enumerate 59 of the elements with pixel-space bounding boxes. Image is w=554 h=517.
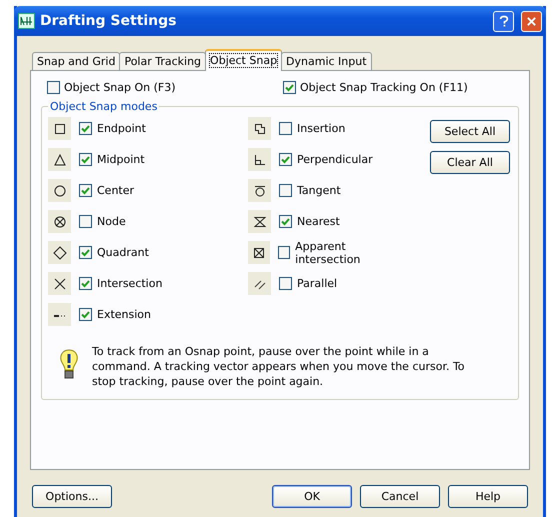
checkbox-label[interactable]: Extension (97, 308, 152, 321)
snap-marker-icon (48, 241, 71, 264)
checkbox-label[interactable]: Endpoint (97, 122, 146, 135)
snap-marker-icon (48, 210, 71, 233)
checkbox[interactable] (79, 277, 92, 290)
app-icon (18, 13, 35, 29)
checkbox-label[interactable]: Nearest (297, 215, 340, 228)
snap-marker-icon (48, 179, 71, 202)
tab[interactable]: Object Snap (205, 49, 282, 71)
checkbox-label[interactable]: Insertion (297, 122, 346, 135)
tab[interactable]: Polar Tracking (119, 52, 206, 70)
snap-marker-icon (248, 148, 271, 171)
dialog-button[interactable]: Select All (430, 120, 510, 143)
snap-marker-icon (248, 210, 271, 233)
snap-marker-icon (48, 117, 71, 140)
checkbox[interactable] (279, 153, 292, 166)
checkbox[interactable] (279, 215, 292, 228)
checkbox-label[interactable]: Quadrant (97, 246, 149, 259)
checkbox[interactable] (278, 246, 290, 259)
checkbox[interactable] (79, 308, 92, 321)
options-button[interactable]: Options... (32, 485, 112, 508)
checkbox[interactable] (279, 184, 292, 197)
checkbox-label[interactable]: Object Snap On (F3) (64, 81, 176, 94)
checkbox-label[interactable]: Midpoint (97, 153, 145, 166)
checkbox[interactable] (47, 81, 60, 94)
checkbox[interactable] (279, 122, 292, 135)
checkbox[interactable] (79, 122, 92, 135)
checkbox-label[interactable]: Tangent (297, 184, 341, 197)
checkbox[interactable] (79, 184, 92, 197)
checkbox-label[interactable]: Perpendicular (297, 153, 373, 166)
snap-marker-icon (248, 272, 271, 295)
checkbox-label[interactable]: Object Snap Tracking On (F11) (300, 81, 468, 94)
tab[interactable]: Dynamic Input (281, 52, 372, 70)
checkbox-label[interactable]: Parallel (297, 277, 338, 290)
tip-text: To track from an Osnap point, pause over the point while in a command. A tracking vector appears when you move the cursor. To stop tracking, pause over the point again. (92, 344, 466, 389)
dialog-button[interactable]: Clear All (430, 151, 510, 174)
checkbox[interactable] (283, 81, 296, 94)
snap-marker-icon (48, 148, 71, 171)
snap-marker-icon (248, 241, 270, 264)
checkbox[interactable] (79, 246, 92, 259)
snap-marker-icon (248, 179, 271, 202)
checkbox[interactable] (279, 277, 292, 290)
tab[interactable]: Snap and Grid (32, 52, 120, 70)
checkbox-label[interactable]: Center (97, 184, 134, 197)
dialog-button[interactable]: OK (272, 485, 352, 508)
close-icon[interactable] (521, 10, 542, 32)
dialog-button[interactable]: Help (448, 485, 528, 508)
group-title: Object Snap modes (49, 100, 158, 113)
checkbox[interactable] (79, 215, 92, 228)
snap-marker-icon (48, 303, 71, 326)
help-icon[interactable] (493, 10, 514, 32)
checkbox-label[interactable]: Intersection (97, 277, 162, 290)
checkbox[interactable] (79, 153, 92, 166)
dialog-button[interactable]: Cancel (360, 485, 440, 508)
snap-marker-icon (48, 272, 71, 295)
checkbox-label[interactable]: Node (97, 215, 126, 228)
snap-marker-icon (248, 117, 271, 140)
window-title: Drafting Settings (40, 13, 178, 29)
checkbox-label[interactable]: Apparent intersection (295, 240, 408, 266)
